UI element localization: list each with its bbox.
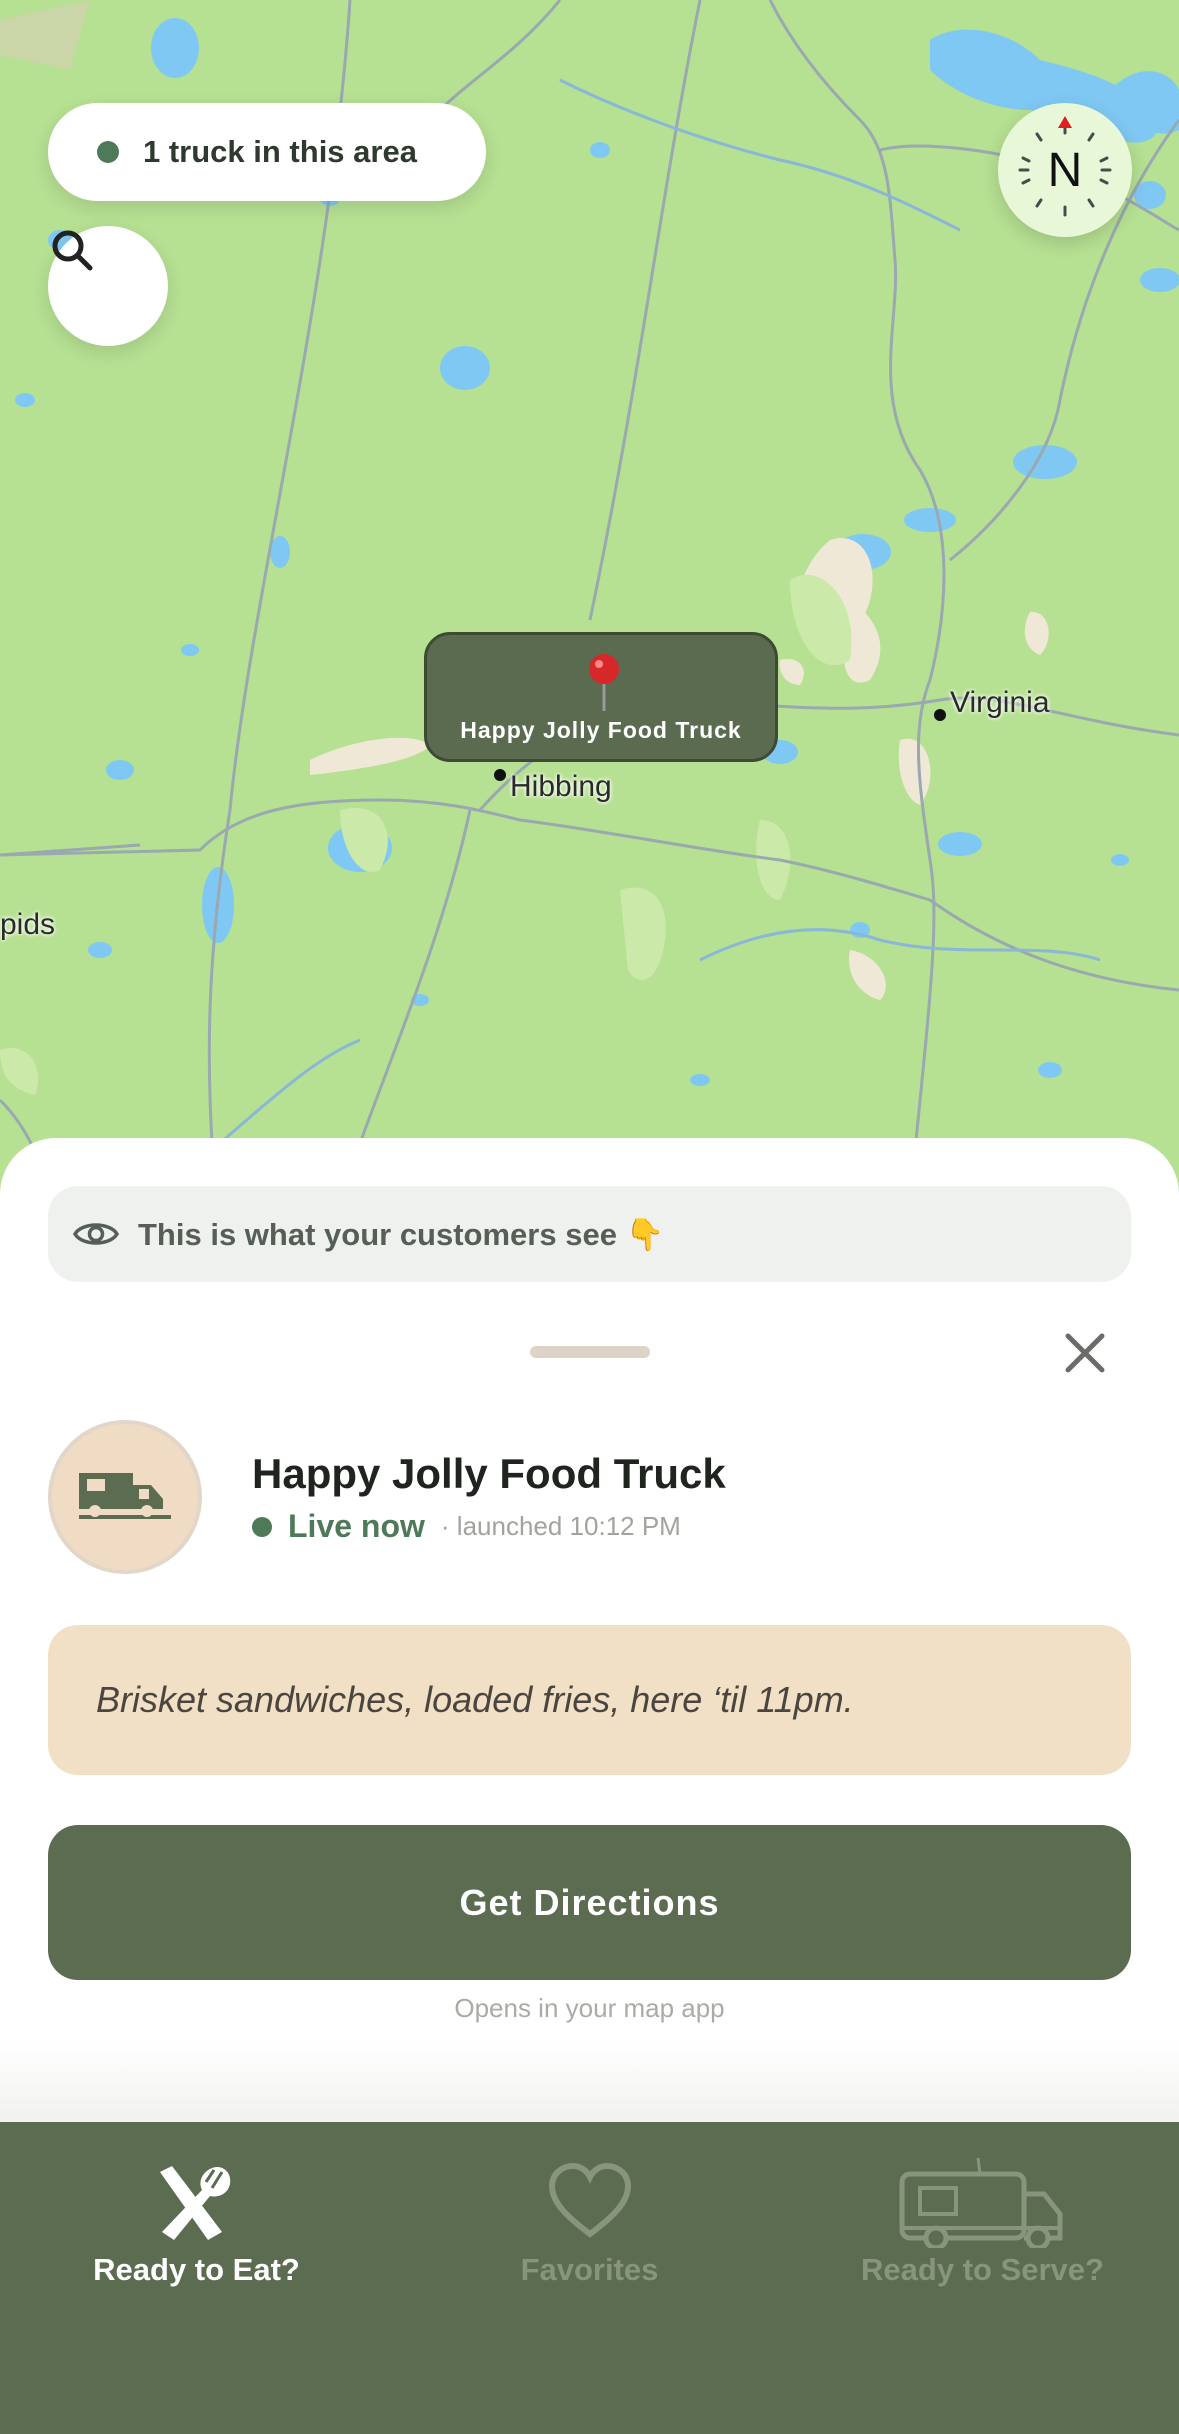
truck-status: Live now · launched 10:12 PM (252, 1508, 681, 1545)
live-status: Live now (288, 1508, 425, 1544)
tab-favorites[interactable]: Favorites (393, 2122, 786, 2322)
heart-icon (548, 2162, 631, 2238)
truck-count-pill: 1 truck in this area (48, 103, 486, 201)
utensils-icon (159, 2166, 230, 2240)
truck-count-text: 1 truck in this area (143, 134, 417, 169)
tab-label: Favorites (520, 2252, 659, 2287)
truck-avatar (48, 1420, 202, 1574)
tab-label: Ready to Serve? (861, 2252, 1104, 2287)
compass-letter: N (1047, 143, 1083, 197)
eye-icon (72, 1223, 120, 1245)
truck-icon (79, 1473, 171, 1519)
customer-preview-banner: This is what your customers see 👇 (48, 1186, 1131, 1282)
truck-map-marker[interactable]: Happy Jolly Food Truck (424, 632, 778, 762)
map-pin-icon (589, 654, 619, 711)
sheet-grabber[interactable] (530, 1346, 650, 1358)
directions-hint: Opens in your map app (454, 1993, 725, 2023)
map-view[interactable]: 1 truck in this area N Happy Jolly Food … (0, 0, 1179, 1200)
marker-label: Happy Jolly Food Truck (460, 717, 742, 743)
tab-bar: Ready to Eat? Favorites Ready to Serve? (0, 2122, 1179, 2434)
city-label-virginia: Virginia (950, 686, 1050, 719)
truck-special-card: Brisket sandwiches, loaded fries, here ‘… (48, 1625, 1131, 1775)
tab-label: Ready to Eat? (93, 2252, 300, 2287)
city-label-hibbing: Hibbing (510, 770, 612, 803)
preview-banner-text: This is what your customers see 👇 (138, 1216, 665, 1252)
search-icon (52, 230, 93, 271)
city-label-partial: pids (0, 908, 56, 941)
launched-time: · launched 10:12 PM (440, 1511, 681, 1541)
get-directions-button[interactable]: Get Directions (48, 1825, 1131, 1980)
search-button[interactable] (48, 226, 168, 346)
status-dot (97, 141, 119, 163)
live-dot (252, 1516, 272, 1537)
tab-ready-to-serve[interactable]: Ready to Serve? (786, 2122, 1179, 2322)
tab-ready-to-eat[interactable]: Ready to Eat? (0, 2122, 393, 2322)
special-text: Brisket sandwiches, loaded fries, here ‘… (96, 1679, 854, 1720)
compass-button[interactable]: N (998, 103, 1132, 237)
sheet-fade (0, 2040, 1179, 2122)
close-icon[interactable] (1060, 1328, 1110, 1378)
truck-name: Happy Jolly Food Truck (252, 1450, 726, 1497)
truck-icon (899, 2158, 1062, 2248)
